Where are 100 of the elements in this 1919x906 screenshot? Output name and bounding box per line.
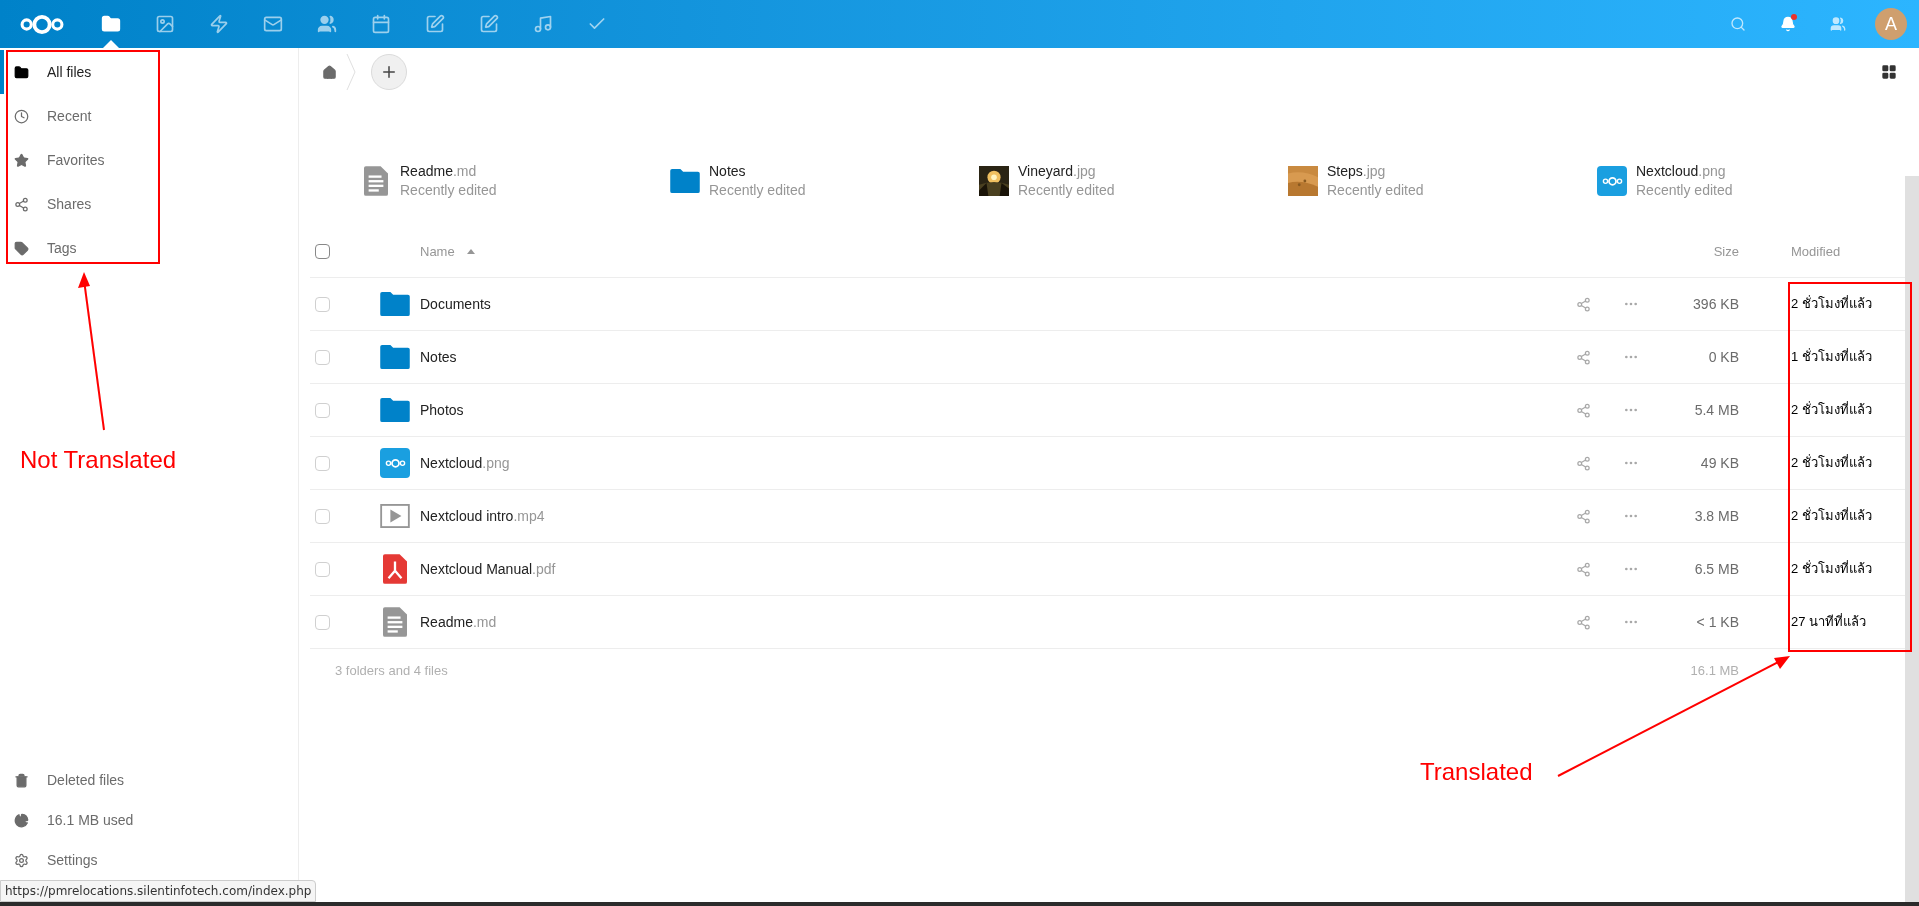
- sidebar-item[interactable]: All files: [0, 50, 298, 94]
- sidebar-item[interactable]: Shares: [0, 182, 298, 226]
- recent-note: Recently edited: [1327, 181, 1424, 200]
- modified-time: 27 นาทีที่แล้ว: [1790, 612, 1867, 632]
- text-file-icon: [383, 607, 407, 637]
- file-row[interactable]: Notes 0 KB 1 ชั่วโมงที่แล้ว: [310, 331, 1905, 384]
- file-size: < 1 KB: [1696, 612, 1740, 632]
- file-row[interactable]: Documents 396 KB 2 ชั่วโมงที่แล้ว: [310, 278, 1905, 331]
- grid-view-icon[interactable]: [1881, 64, 1897, 80]
- folder-icon: [670, 169, 700, 193]
- modified-time: 1 ชั่วโมงที่แล้ว: [1790, 347, 1872, 367]
- gear-icon: [14, 852, 29, 868]
- file-name[interactable]: Documents: [420, 293, 491, 315]
- file-name[interactable]: Readme.md: [400, 162, 497, 181]
- search-icon[interactable]: [1730, 16, 1746, 32]
- lightning-icon[interactable]: [209, 14, 229, 34]
- share-icon[interactable]: [1575, 614, 1591, 630]
- file-row[interactable]: Nextcloud intro.mp4 3.8 MB 2 ชั่วโมงที่แล้ว: [310, 490, 1905, 543]
- sidebar-item[interactable]: Favorites: [0, 138, 298, 182]
- share-icon[interactable]: [1575, 402, 1591, 418]
- star-icon: [14, 152, 29, 168]
- file-size: 5.4 MB: [1694, 400, 1740, 420]
- share-icon: [14, 196, 29, 212]
- file-name[interactable]: Nextcloud intro.mp4: [420, 505, 545, 527]
- folder-icon[interactable]: [101, 14, 121, 34]
- annotation-label: Not Translated: [20, 445, 177, 475]
- row-checkbox[interactable]: [315, 508, 330, 524]
- arrow-icon: [1556, 654, 1792, 778]
- file-summary: 3 folders and 4 files: [335, 662, 449, 681]
- sidebar-item[interactable]: Tags: [0, 226, 298, 270]
- folder-icon: [380, 398, 410, 422]
- share-icon[interactable]: [1575, 349, 1591, 365]
- file-name[interactable]: Steps.jpg: [1327, 162, 1424, 181]
- modified-time: 2 ชั่วโมงที่แล้ว: [1790, 559, 1872, 579]
- row-checkbox[interactable]: [315, 402, 330, 418]
- folder-icon: [380, 292, 410, 316]
- file-name[interactable]: Nextcloud Manual.pdf: [420, 558, 556, 580]
- file-size: 49 KB: [1700, 453, 1740, 473]
- share-icon[interactable]: [1575, 561, 1591, 577]
- music-note-icon[interactable]: [533, 14, 553, 34]
- row-checkbox[interactable]: [315, 296, 330, 312]
- add-button[interactable]: [371, 54, 407, 90]
- sidebar-item[interactable]: 16.1 MB used: [0, 800, 298, 840]
- nextcloud-image-thumbnail: [380, 448, 410, 478]
- total-size: 16.1 MB: [1690, 662, 1740, 681]
- people-icon[interactable]: [317, 14, 337, 34]
- sort-up-icon: [466, 249, 475, 254]
- share-icon[interactable]: [1575, 296, 1591, 312]
- file-row[interactable]: Readme.md < 1 KB 27 นาทีที่แล้ว: [310, 596, 1905, 649]
- recent-note: Recently edited: [1636, 181, 1733, 200]
- active-app-pointer: [103, 40, 119, 48]
- contacts-icon[interactable]: [1830, 16, 1846, 32]
- modified-time: 2 ชั่วโมงที่แล้ว: [1790, 506, 1872, 526]
- sidebar-item[interactable]: Deleted files: [0, 760, 298, 800]
- recent-note: Recently edited: [400, 181, 497, 200]
- share-icon[interactable]: [1575, 508, 1591, 524]
- file-row[interactable]: Nextcloud Manual.pdf 6.5 MB 2 ชั่วโมงที่แล้ว: [310, 543, 1905, 596]
- select-all-checkbox[interactable]: [315, 244, 330, 259]
- file-size: 3.8 MB: [1694, 506, 1740, 526]
- file-name[interactable]: Nextcloud.png: [1636, 162, 1733, 181]
- calendar-icon[interactable]: [371, 14, 391, 34]
- file-size: 6.5 MB: [1694, 559, 1740, 579]
- tag-icon: [14, 240, 29, 256]
- recent-note: Recently edited: [709, 181, 806, 200]
- folder-icon: [380, 345, 410, 369]
- plus-icon: [380, 63, 398, 81]
- sidebar-item[interactable]: Recent: [0, 94, 298, 138]
- bell-icon[interactable]: [1780, 16, 1796, 32]
- folder-icon: [14, 64, 29, 80]
- note-edit-icon[interactable]: [425, 14, 445, 34]
- file-name[interactable]: Nextcloud.png: [420, 452, 510, 474]
- file-size: 0 KB: [1708, 347, 1740, 367]
- clock-icon: [14, 108, 29, 124]
- pie-chart-icon: [14, 812, 29, 828]
- envelope-icon[interactable]: [263, 14, 283, 34]
- row-checkbox[interactable]: [315, 349, 330, 365]
- modified-time: 2 ชั่วโมงที่แล้ว: [1790, 400, 1872, 420]
- row-checkbox[interactable]: [315, 614, 330, 630]
- file-name[interactable]: Readme.md: [420, 611, 497, 633]
- file-name[interactable]: Vineyard.jpg: [1018, 162, 1115, 181]
- file-row[interactable]: Nextcloud.png 49 KB 2 ชั่วโมงที่แล้ว: [310, 437, 1905, 490]
- modified-time: 2 ชั่วโมงที่แล้ว: [1790, 294, 1872, 314]
- nextcloud-logo[interactable]: [19, 12, 65, 36]
- row-checkbox[interactable]: [315, 561, 330, 577]
- sidebar-item[interactable]: Settings: [0, 840, 298, 880]
- file-name[interactable]: Notes: [420, 346, 457, 368]
- file-size: 396 KB: [1693, 294, 1740, 314]
- image-icon[interactable]: [155, 14, 175, 34]
- recent-note: Recently edited: [1018, 181, 1115, 200]
- share-icon[interactable]: [1575, 455, 1591, 471]
- nextcloud-image-thumbnail: [1597, 166, 1627, 196]
- row-checkbox[interactable]: [315, 455, 330, 471]
- text-file-icon: [364, 166, 388, 196]
- file-name[interactable]: Notes: [709, 162, 806, 181]
- file-name[interactable]: Photos: [420, 399, 464, 421]
- trash-icon: [14, 772, 29, 788]
- home-icon[interactable]: [321, 64, 337, 80]
- file-row[interactable]: Photos 5.4 MB 2 ชั่วโมงที่แล้ว: [310, 384, 1905, 437]
- pdf-file-icon: [383, 554, 407, 584]
- pencil-square-icon[interactable]: [479, 14, 499, 34]
